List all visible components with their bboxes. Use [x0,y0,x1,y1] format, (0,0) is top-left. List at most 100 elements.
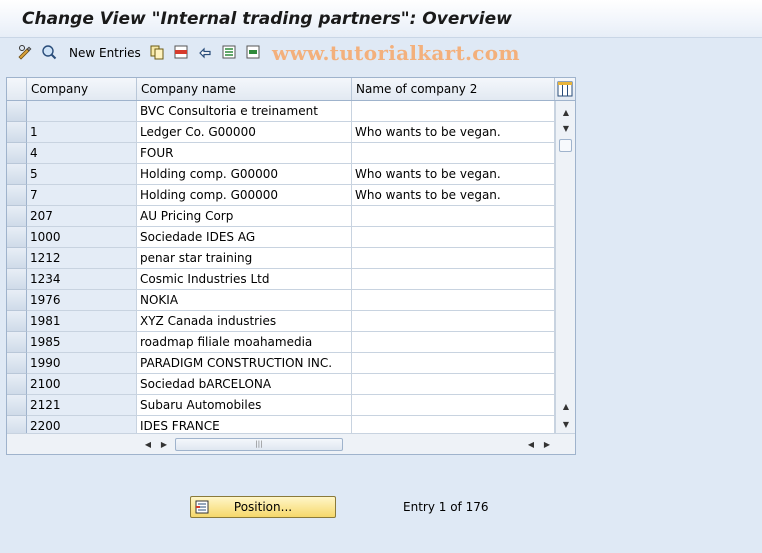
row-selector[interactable] [7,269,27,290]
company-name-2-cell[interactable] [352,332,555,353]
table-row[interactable]: 1981 XYZ Canada industries [7,311,555,332]
select-all-icon[interactable] [221,44,237,60]
company-name-cell[interactable]: AU Pricing Corp [137,206,352,227]
company-name-cell[interactable]: XYZ Canada industries [137,311,352,332]
row-selector[interactable] [7,353,27,374]
company-name-2-cell[interactable] [352,311,555,332]
company-cell[interactable] [27,101,137,122]
company-cell[interactable]: 1990 [27,353,137,374]
company-cell[interactable]: 7 [27,185,137,206]
company-name-cell[interactable]: Ledger Co. G00000 [137,122,352,143]
scroll-down-icon[interactable]: ▼ [557,121,575,135]
row-selector[interactable] [7,164,27,185]
company-name-2-cell[interactable] [352,269,555,290]
table-row[interactable]: BVC Consultoria e treinament [7,101,555,122]
table-row[interactable]: 1212 penar star training [7,248,555,269]
select-all-rows-cell[interactable] [7,78,27,100]
scroll-thumb[interactable] [559,139,572,152]
vertical-scrollbar[interactable]: ▲ ▼ ▲ ▼ [555,101,575,433]
company-name-cell[interactable]: NOKIA [137,290,352,311]
company-cell[interactable]: 5 [27,164,137,185]
company-name-2-cell[interactable]: Who wants to be vegan. [352,164,555,185]
company-cell[interactable]: 1212 [27,248,137,269]
position-button[interactable]: Position... [190,496,336,518]
copy-icon[interactable] [149,44,165,60]
company-name-2-cell[interactable]: Who wants to be vegan. [352,185,555,206]
company-name-cell[interactable]: Holding comp. G00000 [137,185,352,206]
table-row[interactable]: 4 FOUR [7,143,555,164]
select-block-icon[interactable] [245,44,261,60]
company-name-cell[interactable]: Sociedad bARCELONA [137,374,352,395]
scroll-left-icon[interactable]: ◀ [142,438,154,451]
company-name-cell[interactable]: roadmap filiale moahamedia [137,332,352,353]
table-row[interactable]: 1234 Cosmic Industries Ltd [7,269,555,290]
company-cell[interactable]: 2100 [27,374,137,395]
column-header-company-name[interactable]: Company name [137,78,352,100]
row-selector[interactable] [7,311,27,332]
company-name-2-cell[interactable]: Who wants to be vegan. [352,122,555,143]
company-name-cell[interactable]: BVC Consultoria e treinament [137,101,352,122]
row-selector[interactable] [7,395,27,416]
row-selector[interactable] [7,248,27,269]
company-cell[interactable]: 1981 [27,311,137,332]
table-row[interactable]: 1000 Sociedade IDES AG [7,227,555,248]
company-cell[interactable]: 1234 [27,269,137,290]
company-cell[interactable]: 2121 [27,395,137,416]
row-selector[interactable] [7,143,27,164]
horizontal-scroll-thumb[interactable]: ||| [175,438,343,451]
scroll-page-down-icon[interactable]: ▼ [557,417,575,431]
company-name-2-cell[interactable] [352,227,555,248]
table-row[interactable]: 2121 Subaru Automobiles [7,395,555,416]
company-cell[interactable]: 1 [27,122,137,143]
column-header-company-name-2[interactable]: Name of company 2 [352,78,555,100]
row-selector[interactable] [7,122,27,143]
scroll-page-up-icon[interactable]: ▲ [557,399,575,413]
undo-icon[interactable] [197,44,213,60]
company-cell[interactable]: 1976 [27,290,137,311]
company-name-2-cell[interactable] [352,206,555,227]
company-name-cell[interactable]: Cosmic Industries Ltd [137,269,352,290]
table-row[interactable]: 1990 PARADIGM CONSTRUCTION INC. [7,353,555,374]
company-name-cell[interactable]: Holding comp. G00000 [137,164,352,185]
row-selector[interactable] [7,227,27,248]
row-selector[interactable] [7,185,27,206]
horizontal-scrollbar[interactable]: ◀ ▶ ||| ◀ ▶ [7,433,575,454]
company-name-cell[interactable]: PARADIGM CONSTRUCTION INC. [137,353,352,374]
display-change-icon[interactable] [17,44,33,60]
company-cell[interactable]: 4 [27,143,137,164]
company-name-2-cell[interactable] [352,374,555,395]
table-row[interactable]: 207 AU Pricing Corp [7,206,555,227]
company-cell[interactable]: 1000 [27,227,137,248]
row-selector[interactable] [7,101,27,122]
company-name-2-cell[interactable] [352,353,555,374]
table-row[interactable]: 7 Holding comp. G00000 Who wants to be veg… [7,185,555,206]
column-header-company[interactable]: Company [27,78,137,100]
details-icon[interactable] [41,44,57,60]
scroll-far-right-icon[interactable]: ▶ [541,438,553,451]
table-row[interactable]: 1 Ledger Co. G00000 Who wants to be vegan. [7,122,555,143]
table-row[interactable]: 2100 Sociedad bARCELONA [7,374,555,395]
delete-icon[interactable] [173,44,189,60]
company-name-2-cell[interactable] [352,248,555,269]
company-name-cell[interactable]: penar star training [137,248,352,269]
row-selector[interactable] [7,206,27,227]
company-cell[interactable]: 1985 [27,332,137,353]
new-entries-button[interactable]: New Entries [69,46,141,60]
company-name-2-cell[interactable] [352,395,555,416]
company-name-2-cell[interactable] [352,101,555,122]
table-settings-icon[interactable] [555,78,575,100]
company-cell[interactable]: 207 [27,206,137,227]
scroll-far-left-icon[interactable]: ◀ [525,438,537,451]
company-name-2-cell[interactable] [352,290,555,311]
company-name-cell[interactable]: FOUR [137,143,352,164]
company-name-cell[interactable]: Subaru Automobiles [137,395,352,416]
company-name-2-cell[interactable] [352,143,555,164]
row-selector[interactable] [7,332,27,353]
row-selector[interactable] [7,374,27,395]
company-name-cell[interactable]: Sociedade IDES AG [137,227,352,248]
table-row[interactable]: 1985 roadmap filiale moahamedia [7,332,555,353]
row-selector[interactable] [7,290,27,311]
scroll-right-icon[interactable]: ▶ [158,438,170,451]
table-row[interactable]: 1976 NOKIA [7,290,555,311]
table-row[interactable]: 5 Holding comp. G00000 Who wants to be veg… [7,164,555,185]
